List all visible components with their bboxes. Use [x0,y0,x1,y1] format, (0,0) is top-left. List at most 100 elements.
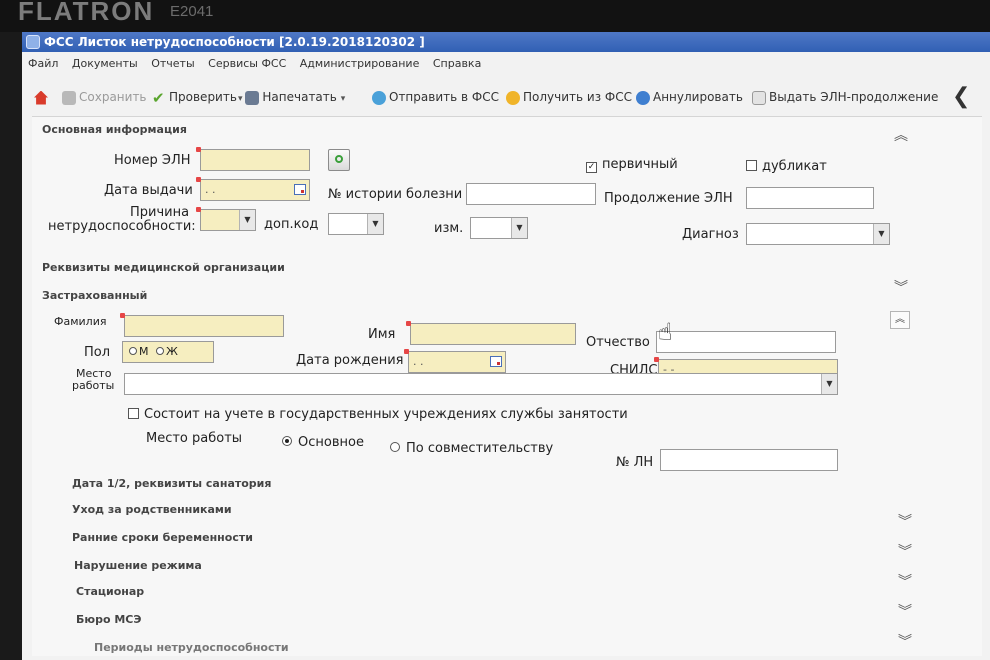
gender-label: Пол [84,345,111,360]
ln-number-label: № ЛН [616,455,654,470]
chevron-up-icon[interactable]: ︽ [894,125,908,145]
chevron-down-icon[interactable]: ︾ [898,571,912,591]
chevron-down-icon: ▼ [821,374,837,394]
work-main-radio[interactable]: Основное [282,435,364,450]
duplicate-checkbox[interactable]: дубликат [746,159,827,174]
section-dates[interactable]: Дата 1/2, реквизиты санатория [72,477,271,490]
app-icon [26,35,40,49]
chevron-down-icon[interactable]: ︾ [898,511,912,531]
change-label: изм. [434,221,464,236]
issue-continuation-button[interactable]: Выдать ЭЛН-продолжение [752,84,938,110]
chevron-down-icon: ▼ [239,210,255,230]
duplicate-label: дубликат [762,159,827,174]
gender-m-radio[interactable] [129,347,137,355]
home-button[interactable] [34,84,51,110]
reason-label-line2: нетрудоспособности: [48,219,196,234]
work-place-select[interactable]: ▼ [124,373,838,395]
menu-documents[interactable]: Документы [72,57,138,70]
window-title: ФСС Листок нетрудоспособности [2.0.19.20… [44,35,425,49]
checkmark-icon: ✔ [152,88,165,107]
patronymic-field[interactable] [656,331,836,353]
work-place-label-line2: работы [72,379,115,392]
menu-reports[interactable]: Отчеты [151,57,194,70]
gender-f-radio[interactable] [156,347,164,355]
menu-bar: Файл Документы Отчеты Сервисы ФСС Админи… [22,54,990,74]
send-to-fss-button[interactable]: Отправить в ФСС [372,84,499,110]
chevron-down-icon: ▾ [340,94,346,104]
section-care[interactable]: Уход за родственниками [72,503,232,516]
calendar-icon[interactable] [294,184,306,195]
chevron-down-icon: ▾ [238,94,246,104]
change-select[interactable]: ▼ [470,217,528,239]
eln-lookup-button[interactable] [328,149,350,171]
printer-icon [245,90,260,105]
chevron-down-icon[interactable]: ︾ [894,277,908,297]
hand-cursor-icon: ☝ [658,318,673,346]
section-main-info[interactable]: Основная информация [42,123,187,136]
employment-service-checkbox[interactable]: Состоит на учете в государственных учреж… [128,407,628,422]
diagnosis-label: Диагноз [682,227,739,242]
chevron-down-icon[interactable]: ︾ [898,631,912,651]
section-mse[interactable]: Бюро МСЭ [76,613,141,626]
menu-help[interactable]: Справка [433,57,481,70]
birth-date-placeholder: . . [413,355,424,368]
monitor-brand: FLATRON [18,0,155,26]
duplicate-checkbox-box [746,160,757,171]
annul-label: Аннулировать [653,90,743,104]
work-type-label: Место работы [146,431,243,446]
section-regime[interactable]: Нарушение режима [74,559,202,572]
primary-checkbox[interactable]: ✓ первичный [586,157,678,173]
section-insured[interactable]: Застрахованный [42,289,147,302]
gender-m-label: М [139,345,149,358]
check-button[interactable]: ✔ Проверить [152,84,237,110]
chevron-down-icon[interactable]: ︾ [898,601,912,621]
chevron-down-icon: ▼ [873,224,889,244]
history-number-field[interactable] [466,183,596,205]
employment-service-checkbox-box [128,408,139,419]
primary-label: первичный [602,157,678,172]
work-part-radio[interactable]: По совместительству [390,441,553,456]
save-button[interactable]: Сохранить [62,84,147,110]
eln-number-field[interactable] [196,147,310,171]
work-part-radio-dot [390,442,400,452]
document-icon [752,90,766,105]
extra-code-label: доп.код [264,217,319,232]
work-part-label: По совместительству [406,441,554,456]
menu-administration[interactable]: Администрирование [300,57,420,70]
receive-from-fss-button[interactable]: Получить из ФСС [506,84,632,110]
back-arrow-icon[interactable]: ❮ [952,84,970,110]
section-hospital[interactable]: Стационар [76,585,144,598]
menu-fss-services[interactable]: Сервисы ФСС [208,57,286,70]
collapse-button[interactable]: ︽ [890,311,910,329]
section-pregnancy[interactable]: Ранние сроки беременности [72,531,253,544]
birth-date-label: Дата рождения [296,353,404,368]
annul-button[interactable]: Аннулировать [636,84,743,110]
print-button[interactable]: ▾ Напечатать ▾ [238,84,345,112]
diagnosis-select[interactable]: ▼ [746,223,890,245]
section-periods[interactable]: Периоды нетрудоспособности [94,641,289,654]
employment-service-label: Состоит на учете в государственных учреж… [144,407,628,422]
surname-field[interactable] [120,313,284,337]
issue-date-field[interactable]: . . [196,177,310,201]
name-field[interactable] [406,321,576,345]
gender-radio-group[interactable]: М Ж [122,341,214,363]
home-icon [34,90,48,105]
work-main-radio-dot [282,436,292,446]
calendar-icon[interactable] [490,356,502,367]
extra-code-select[interactable]: ▼ [328,213,384,235]
issue-date-placeholder: . . [205,183,216,196]
cancel-icon [636,90,650,105]
birth-date-field[interactable]: . . [404,349,506,373]
ln-number-field[interactable] [660,449,838,471]
chevron-down-icon[interactable]: ︾ [898,541,912,561]
reason-label-line1: Причина [130,205,190,220]
section-med-org[interactable]: Реквизиты медицинской организации [42,261,285,274]
continuation-label: Продолжение ЭЛН [604,191,733,206]
lookup-icon [335,155,343,163]
menu-file[interactable]: Файл [28,57,58,70]
continuation-field[interactable] [746,187,874,209]
save-icon [62,90,76,105]
monitor-bezel: FLATRON E2041 [0,0,990,32]
reason-select[interactable]: ▼ [196,207,256,231]
title-bar: ФСС Листок нетрудоспособности [2.0.19.20… [22,32,990,52]
